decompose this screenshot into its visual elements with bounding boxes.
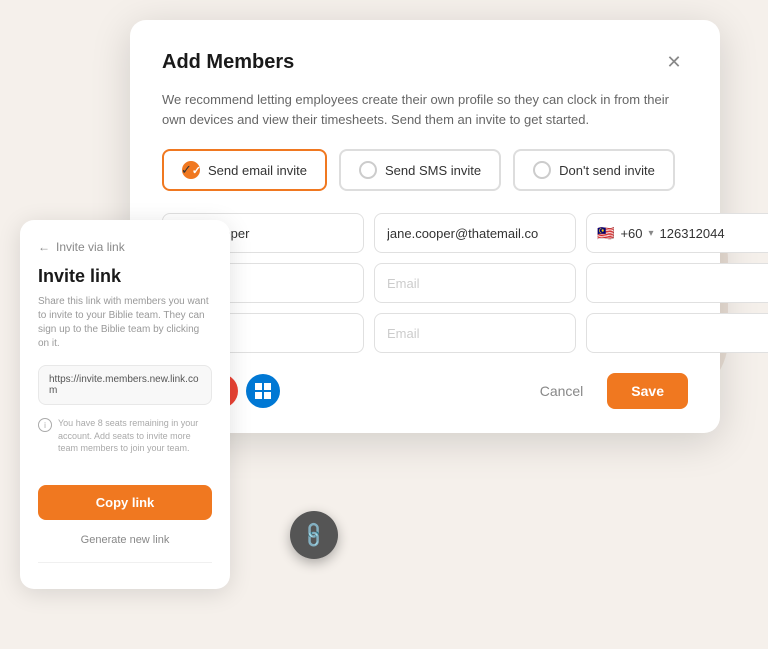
radio-email: ✓ [182, 161, 200, 179]
modal-header: Add Members ✕ [162, 48, 688, 76]
generate-link-button[interactable]: Generate new link [38, 534, 212, 546]
close-button[interactable]: ✕ [660, 48, 688, 76]
back-arrow-icon: ← [38, 240, 50, 254]
footer-actions: Cancel Save [528, 373, 688, 409]
back-label: Invite via link [56, 240, 125, 254]
table-row: 🗑 [162, 313, 688, 353]
modal-description: We recommend letting employees create th… [162, 90, 688, 129]
modal-footer: CSV G Cancel Save [162, 373, 688, 409]
radio-none [533, 161, 551, 179]
phone-number-input-2[interactable] [597, 276, 768, 291]
info-icon: i [38, 418, 52, 432]
phone-input-wrap-2 [586, 263, 768, 303]
invite-option-email[interactable]: ✓ Send email invite [162, 149, 327, 191]
invite-link-panel: ← Invite via link Invite link Share this… [20, 220, 230, 589]
windows-icon [255, 383, 271, 399]
invite-option-sms[interactable]: Send SMS invite [339, 149, 501, 191]
phone-input-wrap-1: 🇲🇾 +60 ▾ [586, 213, 768, 253]
member-email-input-3[interactable] [374, 313, 576, 353]
table-row: 🗑 [162, 263, 688, 303]
invite-option-none[interactable]: Don't send invite [513, 149, 675, 191]
modal-title: Add Members [162, 51, 294, 74]
phone-code-1: +60 [620, 226, 642, 241]
invite-options: ✓ Send email invite Send SMS invite Don'… [162, 149, 688, 191]
member-email-input-2[interactable] [374, 263, 576, 303]
table-row: 🇲🇾 +60 ▾ [162, 213, 688, 253]
cancel-button[interactable]: Cancel [528, 375, 596, 407]
check-icon: ✓ [181, 162, 192, 178]
invite-sms-label: Send SMS invite [385, 163, 481, 178]
info-text: You have 8 seats remaining in your accou… [58, 417, 212, 455]
back-button[interactable]: ← Invite via link [38, 240, 212, 254]
panel-title: Invite link [38, 266, 212, 287]
phone-chevron-icon-1[interactable]: ▾ [649, 228, 654, 239]
floating-link-button[interactable]: 🔗 [290, 511, 338, 559]
panel-info: i You have 8 seats remaining in your acc… [38, 417, 212, 455]
phone-flag-1: 🇲🇾 [597, 225, 614, 242]
copy-link-button[interactable]: Copy link [38, 485, 212, 520]
link-chain-icon: 🔗 [299, 520, 330, 551]
radio-sms [359, 161, 377, 179]
phone-input-wrap-3 [586, 313, 768, 353]
panel-description: Share this link with members you want to… [38, 295, 212, 351]
phone-number-input-1[interactable] [660, 226, 768, 241]
save-button[interactable]: Save [607, 373, 688, 409]
windows-import-button[interactable] [246, 374, 280, 408]
link-url-display: https://invite.members.new.link.com [38, 365, 212, 405]
member-email-input-1[interactable] [374, 213, 576, 253]
member-rows: 🇲🇾 +60 ▾ 🗑 🗑 [162, 213, 688, 353]
panel-divider [38, 562, 212, 563]
invite-email-label: Send email invite [208, 163, 307, 178]
invite-none-label: Don't send invite [559, 163, 655, 178]
phone-number-input-3[interactable] [597, 326, 768, 341]
